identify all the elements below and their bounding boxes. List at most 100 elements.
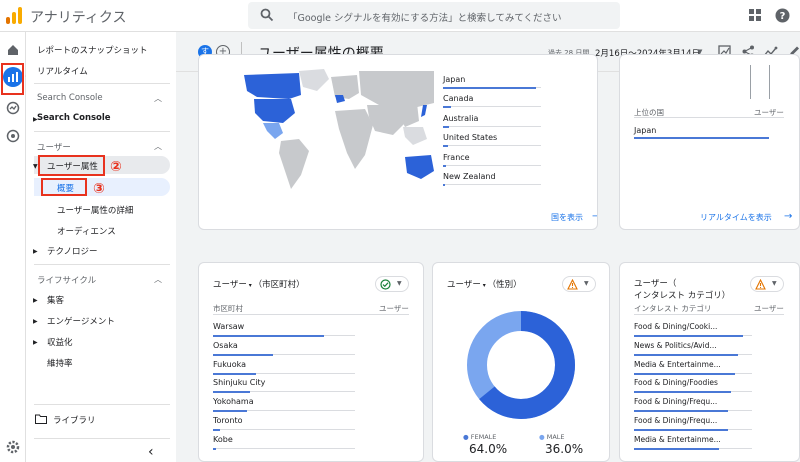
nav-section-user[interactable]: ユーザー bbox=[37, 141, 71, 153]
city-title-main: ユーザー bbox=[213, 280, 247, 290]
gender-card-title[interactable]: ユーザー ▾ （性別） bbox=[447, 278, 522, 290]
country-name: France bbox=[443, 152, 470, 162]
gender-title-sub: （性別） bbox=[487, 280, 522, 290]
legend-female-label: FEMALE bbox=[470, 433, 497, 441]
advertising-icon[interactable] bbox=[3, 126, 23, 146]
data-quality-chip[interactable]: ▼ bbox=[750, 276, 784, 292]
chevron-up-icon[interactable]: ︿ bbox=[154, 274, 162, 285]
row-rule bbox=[536, 87, 541, 88]
legend-dot-icon: ● bbox=[463, 433, 469, 441]
nav-snapshot[interactable]: レポートのスナップショット bbox=[37, 44, 148, 56]
data-quality-chip[interactable]: ▼ bbox=[375, 276, 409, 292]
nav-search-console[interactable]: Search Console bbox=[37, 113, 111, 123]
city-name: Kobe bbox=[213, 434, 233, 444]
country-name: United States bbox=[443, 133, 498, 143]
arrow-right-icon[interactable]: → bbox=[784, 211, 792, 222]
row-rule bbox=[220, 429, 355, 430]
chevron-up-icon[interactable]: ︿ bbox=[154, 141, 162, 152]
gender-donut-chart[interactable] bbox=[463, 307, 579, 423]
nav-acquisition[interactable]: 集客 bbox=[47, 294, 64, 306]
city-name: Yokohama bbox=[213, 397, 254, 407]
nav-divider bbox=[34, 131, 170, 132]
nav-divider bbox=[34, 264, 170, 265]
nav-section-search-console[interactable]: Search Console bbox=[37, 93, 103, 103]
nav-technology[interactable]: テクノロジー bbox=[47, 245, 98, 257]
row-rule bbox=[446, 164, 541, 166]
row-rule bbox=[273, 353, 355, 355]
city-bar bbox=[213, 335, 324, 337]
app-title: アナリティクス bbox=[30, 10, 127, 26]
interest-bar bbox=[634, 447, 719, 450]
interest-card-title[interactable]: ユーザー（ bbox=[634, 277, 676, 289]
country-bar bbox=[443, 106, 451, 109]
row-rule bbox=[738, 353, 752, 355]
world-map[interactable] bbox=[199, 65, 434, 193]
city-name: Warsaw bbox=[213, 322, 245, 331]
expand-right-icon: ▶ bbox=[33, 248, 38, 255]
settings-gear-icon[interactable] bbox=[3, 437, 23, 457]
data-quality-chip[interactable]: ▼ bbox=[562, 276, 596, 292]
realtime-mini-chart bbox=[750, 65, 751, 99]
analytics-logo-icon[interactable] bbox=[6, 7, 22, 24]
collapse-nav-button[interactable]: ‹ bbox=[148, 444, 154, 460]
chevron-up-icon[interactable]: ︿ bbox=[154, 93, 162, 104]
nav-library[interactable]: ライブラリ bbox=[53, 414, 96, 426]
dropdown-icon: ▾ bbox=[246, 282, 254, 289]
arrow-right-icon[interactable]: → bbox=[592, 211, 597, 222]
dropdown-icon: ▼ bbox=[772, 280, 777, 287]
nav-engagement[interactable]: エンゲージメント bbox=[47, 315, 115, 327]
nav-divider bbox=[34, 438, 170, 439]
row-rule bbox=[247, 410, 355, 412]
check-circle-icon bbox=[380, 279, 391, 290]
column-header-users: ユーザー bbox=[379, 304, 409, 313]
row-rule bbox=[728, 429, 752, 430]
nav-audience[interactable]: オーディエンス bbox=[57, 225, 116, 237]
annotation-box-2 bbox=[38, 155, 105, 176]
row-rule bbox=[451, 106, 541, 108]
realtime-mini-chart bbox=[769, 65, 770, 99]
search-bar[interactable]: 「Google シグナルを有効にする方法」と検索してみてください bbox=[248, 2, 620, 29]
expand-right-icon: ▶ bbox=[33, 318, 38, 325]
realtime-country: Japan bbox=[634, 126, 657, 135]
view-realtime-link[interactable]: リアルタイムを表示 bbox=[700, 212, 772, 223]
warning-icon bbox=[567, 279, 578, 290]
annotation-number-3: ③ bbox=[93, 181, 105, 197]
help-icon[interactable]: ? bbox=[775, 8, 790, 23]
annotation-box-1 bbox=[1, 63, 24, 95]
nav-section-lifecycle[interactable]: ライフサイクル bbox=[37, 274, 96, 286]
interest-category: Food & Dining/Frequ... bbox=[634, 416, 718, 425]
city-card-title[interactable]: ユーザー ▾ （市区町村） bbox=[213, 278, 305, 290]
interest-category: Media & Entertainme... bbox=[634, 434, 721, 444]
header-rule bbox=[634, 117, 784, 118]
search-icon bbox=[260, 8, 274, 22]
apps-grid-icon[interactable] bbox=[748, 8, 762, 22]
country-name: Australia bbox=[443, 113, 479, 123]
country-name: New Zealand bbox=[443, 172, 496, 181]
nav-monetization[interactable]: 収益化 bbox=[47, 336, 73, 348]
city-bar bbox=[213, 429, 220, 431]
home-icon[interactable] bbox=[3, 40, 23, 60]
city-bar bbox=[213, 410, 247, 413]
city-name: Fukuoka bbox=[213, 359, 246, 369]
legend-female: ● FEMALE bbox=[463, 433, 496, 441]
nav-realtime[interactable]: リアルタイム bbox=[37, 65, 88, 77]
city-bar bbox=[213, 372, 256, 375]
interest-bar bbox=[634, 353, 738, 356]
interest-category: Food & Dining/Cooki... bbox=[634, 322, 718, 331]
row-rule bbox=[256, 372, 355, 374]
nav-divider bbox=[34, 83, 170, 84]
nav-retention[interactable]: 維持率 bbox=[47, 357, 73, 369]
gender-card: ユーザー ▾ （性別） ▼ ● FEMALE 64.0% ● MALE 36.0… bbox=[432, 262, 610, 462]
expand-right-icon: ▶ bbox=[33, 297, 38, 304]
view-countries-link[interactable]: 国を表示 bbox=[551, 212, 583, 223]
column-header-city: 市区町村 bbox=[213, 304, 243, 313]
row-rule bbox=[743, 335, 752, 336]
annotation-box-3 bbox=[41, 178, 87, 196]
row-rule bbox=[324, 335, 355, 336]
interest-bar bbox=[634, 335, 743, 337]
city-name: Shinjuku City bbox=[213, 378, 266, 388]
explore-icon[interactable] bbox=[3, 98, 23, 118]
nav-user-attribute-details[interactable]: ユーザー属性の詳細 bbox=[57, 204, 133, 216]
annotation-number-2: ② bbox=[110, 159, 122, 175]
row-rule bbox=[250, 391, 355, 393]
